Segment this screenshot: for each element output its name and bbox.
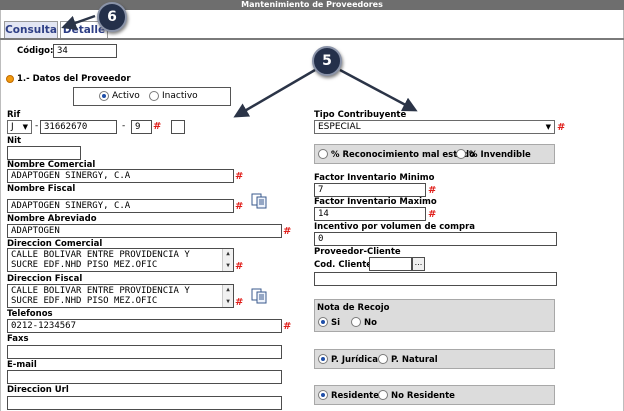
callout-5-arrow-left: [233, 68, 316, 118]
callout-6-arrow: [61, 14, 96, 31]
callout-5-arrow-right: [339, 68, 418, 112]
callout-5-badge: 5: [312, 46, 342, 76]
callout-6-badge: 6: [97, 2, 127, 32]
